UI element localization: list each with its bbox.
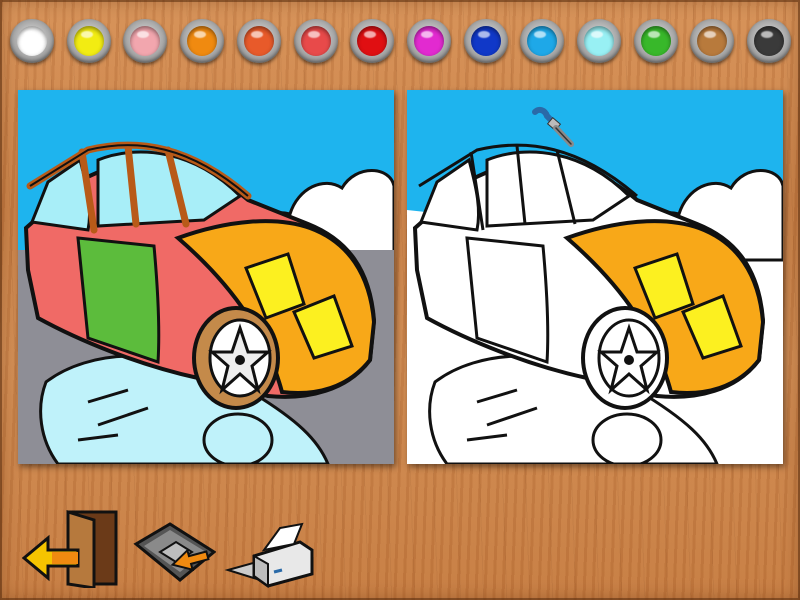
color-swatch-fill [187,26,218,56]
coloring-car-image[interactable] [407,90,783,464]
color-swatch-fill [243,26,274,56]
color-swatch-fill [413,26,444,56]
coloring-canvas[interactable] [407,90,783,464]
reference-picture [18,90,394,464]
exit-button[interactable] [21,506,122,590]
color-swatch-fill [130,26,161,56]
open-button[interactable] [130,518,217,588]
color-swatch-fill [640,26,671,56]
color-swatch-pink[interactable] [123,19,168,63]
open-disk-icon [133,522,217,582]
color-swatch-fill [754,26,785,56]
color-swatch-fill [300,26,331,56]
color-swatch-light-cyan[interactable] [577,19,621,63]
color-swatch-salmon-red[interactable] [293,19,338,63]
color-swatch-yellow[interactable] [66,19,111,63]
color-swatch-fill [584,26,614,56]
color-swatch-fill [470,26,501,56]
color-swatch-fill [697,26,728,56]
reference-car-image [18,90,394,464]
color-swatch-white[interactable] [10,19,54,63]
color-swatch-red-orange[interactable] [236,19,281,63]
paintbrush-icon [532,106,574,147]
color-swatch-orange[interactable] [180,19,225,63]
color-swatch-fill [17,26,47,56]
color-swatch-magenta[interactable] [406,19,451,63]
print-button[interactable] [224,520,316,588]
color-swatch-fill [357,26,388,56]
color-swatch-sky-blue[interactable] [520,19,565,63]
color-palette [0,0,800,86]
color-swatch-fill [73,26,104,56]
printer-icon [224,522,314,588]
color-swatch-brown[interactable] [690,19,735,63]
color-swatch-red[interactable] [350,19,395,63]
color-swatch-blue[interactable] [463,19,508,63]
color-swatch-fill [527,26,558,56]
color-swatch-green[interactable] [633,19,678,63]
color-swatch-dark-gray[interactable] [747,19,792,63]
exit-door-icon [21,509,118,590]
